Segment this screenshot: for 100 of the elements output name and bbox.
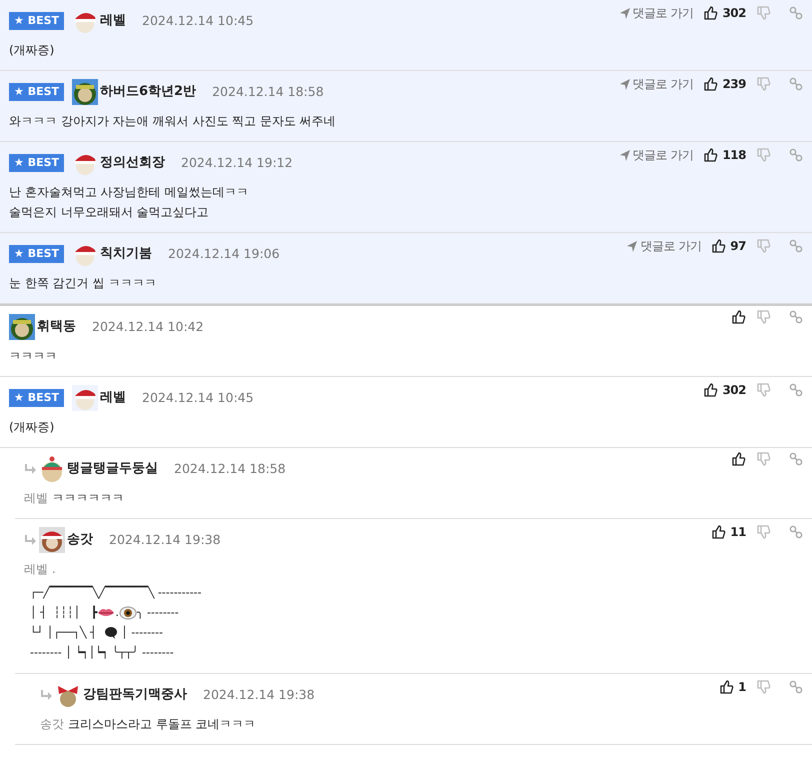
like-button[interactable]: 118: [703, 146, 746, 164]
comment-text: (개짜증): [9, 419, 56, 436]
eye-icon: [118, 606, 137, 620]
author-name[interactable]: 탱글탱글두둥실: [67, 459, 158, 479]
author-name[interactable]: 하버드6학년2반: [100, 82, 196, 102]
reply-mention: 송갓: [40, 717, 64, 732]
dislike-button[interactable]: [756, 525, 771, 539]
share-link-button[interactable]: [789, 310, 803, 324]
dislike-button[interactable]: [756, 680, 771, 694]
thumbs-down-icon: [756, 239, 771, 253]
thumbs-up-icon: [703, 148, 718, 162]
link-icon: [789, 310, 803, 324]
thumbs-up-icon: [711, 239, 726, 253]
dislike-button[interactable]: [756, 148, 771, 162]
share-link-button[interactable]: [789, 6, 803, 20]
author-name[interactable]: 칙치기붐: [100, 244, 152, 264]
dislike-button[interactable]: [756, 383, 771, 397]
share-link-button[interactable]: [789, 452, 803, 466]
comment-text: ㅋㅋㅋㅋㅋㅋ: [52, 491, 124, 505]
avatar-icon: [72, 79, 98, 105]
like-button[interactable]: 302: [703, 4, 746, 22]
comment-text: 와ㅋㅋㅋ 강아지가 자는애 깨워서 사진도 찍고 문자도 써주네: [9, 113, 337, 130]
best-badge: ★ BEST: [9, 245, 64, 263]
avatar-icon: [39, 527, 65, 553]
author-name[interactable]: 레벨: [100, 388, 126, 408]
author-name[interactable]: 송갓: [67, 530, 93, 550]
ascii-art-text: .: [115, 606, 119, 620]
like-button[interactable]: 11: [711, 523, 746, 541]
comment-time: 2024.12.14 18:58: [212, 82, 324, 101]
thumbs-down-icon: [756, 148, 771, 162]
author-name[interactable]: 강팀판독기맥중사: [83, 685, 187, 705]
share-link-button[interactable]: [789, 525, 803, 539]
best-badge: ★ BEST: [9, 389, 64, 407]
reply-arrow-icon: [24, 534, 37, 546]
send-icon: [618, 148, 631, 162]
thumbs-up-icon: [731, 310, 746, 324]
dislike-button[interactable]: [756, 6, 771, 20]
link-icon: [789, 148, 803, 162]
comment-text: (개짜증): [9, 42, 56, 59]
reply-arrow-icon: [40, 690, 53, 701]
link-icon: [789, 239, 803, 253]
like-button[interactable]: 1: [719, 678, 746, 696]
reply-mention: 레벨: [24, 491, 48, 505]
like-button[interactable]: 97: [711, 237, 746, 255]
thumbs-down-icon: [756, 77, 771, 91]
send-icon: [626, 240, 638, 252]
thumbs-down-icon: [756, 383, 771, 397]
best-badge: ★ BEST: [9, 83, 64, 101]
like-button[interactable]: [731, 452, 746, 466]
dislike-button[interactable]: [756, 239, 771, 253]
thumbs-up-icon: [703, 383, 718, 397]
like-button[interactable]: [731, 310, 746, 324]
reply-mention: 레벨 .: [24, 561, 57, 578]
comment-time: 2024.12.14 19:38: [109, 530, 221, 549]
comment-time: 2024.12.14 10:42: [92, 318, 204, 336]
share-link-button[interactable]: [789, 383, 803, 397]
ascii-art-text: │ --------: [120, 626, 163, 640]
send-icon: [618, 78, 631, 90]
thumbs-up-icon: [731, 452, 746, 466]
link-icon: [789, 6, 803, 20]
author-name[interactable]: 휘택동: [37, 317, 76, 337]
dislike-button[interactable]: [756, 77, 771, 91]
author-name[interactable]: 정의선회장: [100, 153, 166, 173]
best-badge: ★ BEST: [9, 12, 64, 30]
go-to-comment-link[interactable]: 댓글로 가기: [618, 146, 694, 164]
author-name[interactable]: 레벨: [100, 11, 126, 31]
thumbs-up-icon: [711, 525, 726, 539]
comment-time: 2024.12.14 10:45: [142, 12, 254, 30]
share-link-button[interactable]: [789, 239, 803, 253]
ascii-art-text: -------- │ ┕┑│┕┑ ╰┬┬╯ --------: [30, 646, 174, 660]
go-to-comment-link[interactable]: 댓글로 가기: [618, 75, 694, 93]
avatar-icon: [39, 456, 65, 482]
link-icon: [789, 680, 803, 694]
dislike-button[interactable]: [756, 452, 771, 466]
speech-bubble-icon: [104, 626, 118, 640]
thumbs-down-icon: [756, 310, 771, 324]
ascii-art-text: └┘ │┌──┐╲ ┤: [30, 626, 98, 640]
share-link-button[interactable]: [789, 680, 803, 694]
go-to-comment-link[interactable]: 댓글로 가기: [626, 237, 702, 255]
ascii-art-text: │ ┤ ┆┆┆│ ┣: [30, 606, 98, 620]
comment-text: 눈 한쪽 감긴거 씹 ㅋㅋㅋㅋ: [9, 275, 158, 292]
comment-time: 2024.12.14 19:38: [203, 686, 315, 704]
share-link-button[interactable]: [789, 77, 803, 91]
thumbs-down-icon: [756, 525, 771, 539]
like-button[interactable]: 302: [703, 381, 746, 399]
thumbs-up-icon: [703, 6, 718, 20]
link-icon: [789, 383, 803, 397]
thumbs-down-icon: [756, 680, 771, 694]
comment-text: 난 혼자술쳐먹고 사장님한테 메일썼는데ㅋㅋ: [9, 184, 250, 201]
like-button[interactable]: 239: [703, 75, 746, 93]
thumbs-up-icon: [719, 680, 734, 694]
go-to-comment-link[interactable]: 댓글로 가기: [618, 4, 694, 22]
comment-text: ㅋㅋㅋㅋ: [9, 348, 58, 365]
comment-time: 2024.12.14 19:12: [181, 154, 293, 172]
comment-text: 술먹은지 너무오래돼서 술먹고싶다고: [9, 204, 210, 221]
avatar-icon: [72, 385, 98, 411]
share-link-button[interactable]: [789, 148, 803, 162]
ascii-art-text: ╮ --------: [136, 606, 179, 620]
link-icon: [789, 452, 803, 466]
dislike-button[interactable]: [756, 310, 771, 324]
